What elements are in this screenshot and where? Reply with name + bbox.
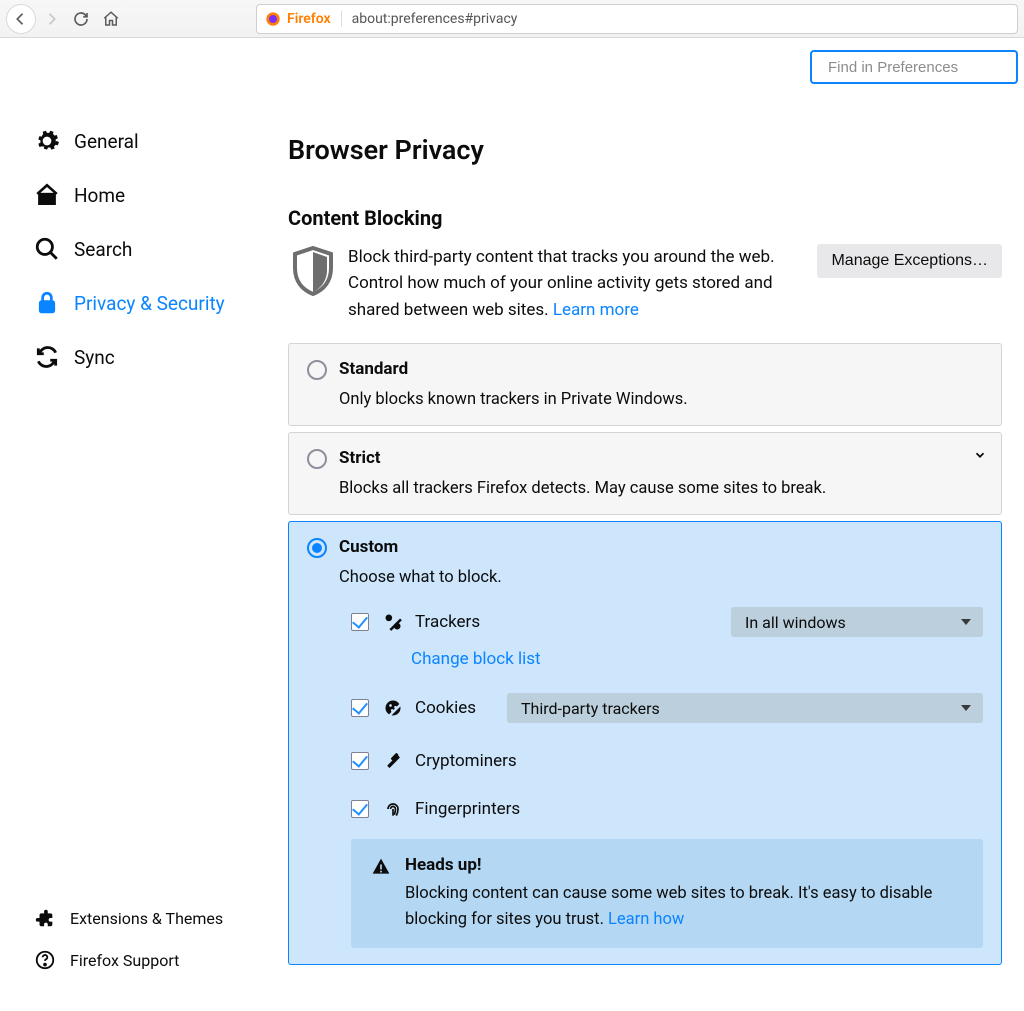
sync-icon [34, 344, 60, 370]
note-desc: Blocking content can cause some web site… [405, 881, 963, 932]
sidebar-item-label: Sync [74, 346, 115, 369]
browser-toolbar: Firefox about:preferences#privacy [0, 0, 1024, 38]
mode-desc: Blocks all trackers Firefox detects. May… [339, 479, 983, 498]
mode-card-custom[interactable]: Custom Choose what to block. Trackers In… [288, 521, 1002, 965]
learn-more-link[interactable]: Learn more [553, 300, 639, 320]
url-text: about:preferences#privacy [352, 11, 518, 27]
shield-icon [288, 244, 348, 304]
warning-icon [371, 857, 391, 932]
reload-button[interactable] [66, 4, 96, 34]
sidebar-item-label: Firefox Support [70, 951, 179, 970]
learn-how-link[interactable]: Learn how [608, 910, 684, 929]
sidebar-item-search[interactable]: Search [34, 222, 260, 276]
mode-desc: Only blocks known trackers in Private Wi… [339, 390, 983, 409]
checkbox-cookies[interactable] [351, 699, 369, 717]
url-bar[interactable]: Firefox about:preferences#privacy [256, 4, 1018, 34]
option-label: Fingerprinters [415, 799, 520, 819]
cryptominers-icon [383, 751, 403, 771]
sidebar-item-extensions[interactable]: Extensions & Themes [34, 897, 260, 939]
option-label: Cryptominers [415, 751, 517, 771]
preferences-sidebar: General Home Search Privacy & Security S… [0, 38, 270, 1011]
search-icon [34, 236, 60, 262]
radio-standard[interactable] [307, 360, 327, 380]
sidebar-item-label: Home [74, 184, 125, 207]
section-description: Block third-party content that tracks yo… [348, 244, 817, 323]
home-button[interactable] [96, 4, 126, 34]
radio-strict[interactable] [307, 449, 327, 469]
preferences-main: Browser Privacy Content Blocking Block t… [270, 38, 1024, 1011]
section-title: Content Blocking [288, 206, 1002, 230]
manage-exceptions-button[interactable]: Manage Exceptions… [817, 244, 1002, 278]
checkbox-cryptominers[interactable] [351, 752, 369, 770]
chevron-down-icon [973, 447, 987, 466]
option-label: Trackers [415, 612, 480, 632]
forward-button[interactable] [36, 4, 66, 34]
sidebar-item-label: Privacy & Security [74, 292, 225, 315]
mode-card-standard[interactable]: Standard Only blocks known trackers in P… [288, 343, 1002, 426]
mode-desc: Choose what to block. [339, 568, 983, 587]
cookies-icon [383, 698, 403, 718]
firefox-logo-icon [265, 11, 281, 27]
option-label: Cookies [415, 698, 476, 718]
back-button[interactable] [6, 4, 36, 34]
checkbox-fingerprinters[interactable] [351, 800, 369, 818]
gear-icon [34, 128, 60, 154]
sidebar-item-label: Extensions & Themes [70, 909, 223, 928]
lock-icon [34, 290, 60, 316]
mode-card-strict[interactable]: Strict Blocks all trackers Firefox detec… [288, 432, 1002, 515]
mode-title: Strict [339, 448, 381, 468]
sidebar-item-label: General [74, 130, 139, 153]
sidebar-item-home[interactable]: Home [34, 168, 260, 222]
sidebar-item-privacy[interactable]: Privacy & Security [34, 276, 260, 330]
trackers-icon [383, 612, 403, 632]
puzzle-icon [34, 907, 56, 929]
warning-note: Heads up! Blocking content can cause som… [351, 839, 983, 948]
trackers-select[interactable]: In all windows [731, 607, 983, 637]
sidebar-item-general[interactable]: General [34, 114, 260, 168]
fingerprinters-icon [383, 799, 403, 819]
page-title: Browser Privacy [288, 134, 1002, 166]
change-blocklist-link[interactable]: Change block list [411, 649, 541, 669]
sidebar-item-sync[interactable]: Sync [34, 330, 260, 384]
sidebar-item-support[interactable]: Firefox Support [34, 939, 260, 981]
home-icon [34, 182, 60, 208]
cookies-select[interactable]: Third-party trackers [507, 693, 983, 723]
note-title: Heads up! [405, 855, 963, 875]
sidebar-item-label: Search [74, 238, 132, 261]
search-box[interactable] [810, 50, 1018, 84]
checkbox-trackers[interactable] [351, 613, 369, 631]
search-input[interactable] [826, 58, 1024, 77]
mode-title: Standard [339, 359, 408, 379]
mode-title: Custom [339, 537, 398, 557]
radio-custom[interactable] [307, 538, 327, 558]
identity-label: Firefox [287, 11, 342, 27]
help-icon [34, 949, 56, 971]
